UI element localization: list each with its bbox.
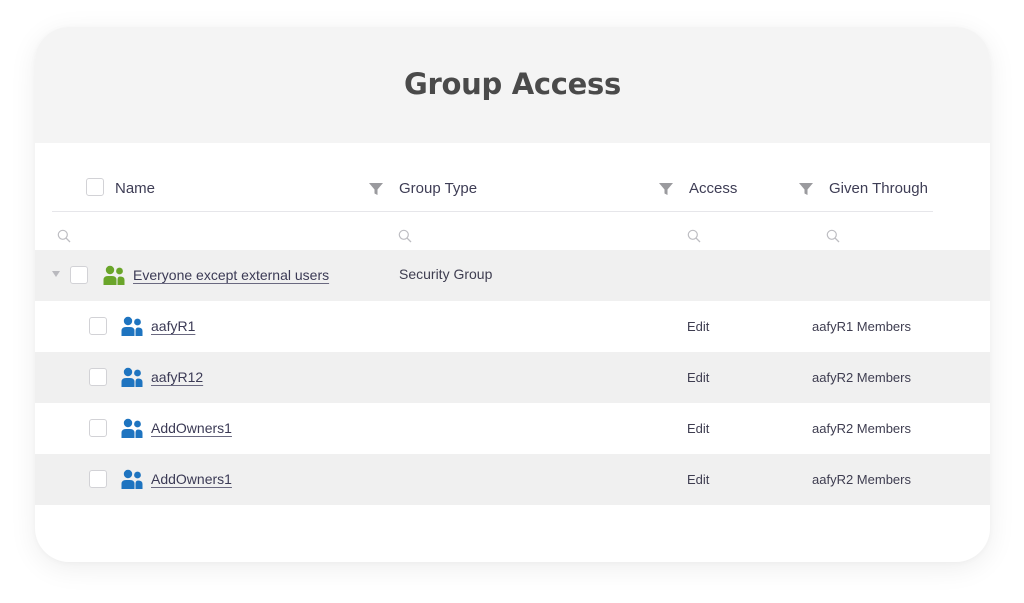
search-icon[interactable] — [826, 229, 840, 243]
group-name-link[interactable]: AddOwners1 — [151, 470, 232, 488]
given-through-cell: aafyR2 Members — [812, 421, 911, 436]
page-title: Group Access — [404, 67, 621, 101]
column-header-given-through[interactable]: Given Through — [829, 180, 928, 198]
table-row[interactable]: AddOwners1 Edit aafyR2 Members — [35, 454, 990, 505]
search-icon[interactable] — [57, 229, 71, 243]
table-row[interactable]: aafyR1 Edit aafyR1 Members — [35, 301, 990, 352]
row-checkbox[interactable] — [89, 368, 107, 386]
row-checkbox[interactable] — [89, 317, 107, 335]
select-all-checkbox[interactable] — [86, 178, 104, 196]
given-through-cell: aafyR1 Members — [812, 319, 911, 334]
table-row[interactable]: Everyone except external users Security … — [35, 250, 990, 301]
group-name-link[interactable]: aafyR1 — [151, 317, 195, 335]
search-icon[interactable] — [398, 229, 412, 243]
column-header-access[interactable]: Access — [689, 180, 737, 198]
row-checkbox[interactable] — [89, 419, 107, 437]
group-type-cell: Security Group — [399, 266, 493, 282]
access-cell: Edit — [687, 370, 710, 385]
filter-icon[interactable] — [369, 182, 383, 196]
group-icon — [121, 469, 143, 489]
group-icon — [121, 316, 143, 336]
card-header: Group Access — [35, 27, 990, 143]
given-through-cell: aafyR2 Members — [812, 472, 911, 487]
filter-icon[interactable] — [659, 182, 673, 196]
group-icon — [121, 367, 143, 387]
row-checkbox[interactable] — [89, 470, 107, 488]
group-icon — [121, 418, 143, 438]
group-name-link[interactable]: AddOwners1 — [151, 419, 232, 437]
caret-down-icon[interactable] — [52, 271, 60, 277]
access-cell: Edit — [687, 421, 710, 436]
header-divider — [52, 211, 933, 212]
access-cell: Edit — [687, 319, 710, 334]
row-checkbox[interactable] — [70, 266, 88, 284]
group-access-card: Group Access Name Group Type Access Give… — [35, 27, 990, 562]
filter-icon[interactable] — [799, 182, 813, 196]
group-name-link[interactable]: Everyone except external users — [133, 266, 329, 284]
table-row[interactable]: aafyR12 Edit aafyR2 Members — [35, 352, 990, 403]
access-cell: Edit — [687, 472, 710, 487]
table-row[interactable]: AddOwners1 Edit aafyR2 Members — [35, 403, 990, 454]
group-name-link[interactable]: aafyR12 — [151, 368, 203, 386]
search-icon[interactable] — [687, 229, 701, 243]
column-header-group-type[interactable]: Group Type — [399, 180, 477, 198]
group-icon — [103, 265, 125, 285]
column-header-name[interactable]: Name — [115, 180, 155, 198]
given-through-cell: aafyR2 Members — [812, 370, 911, 385]
